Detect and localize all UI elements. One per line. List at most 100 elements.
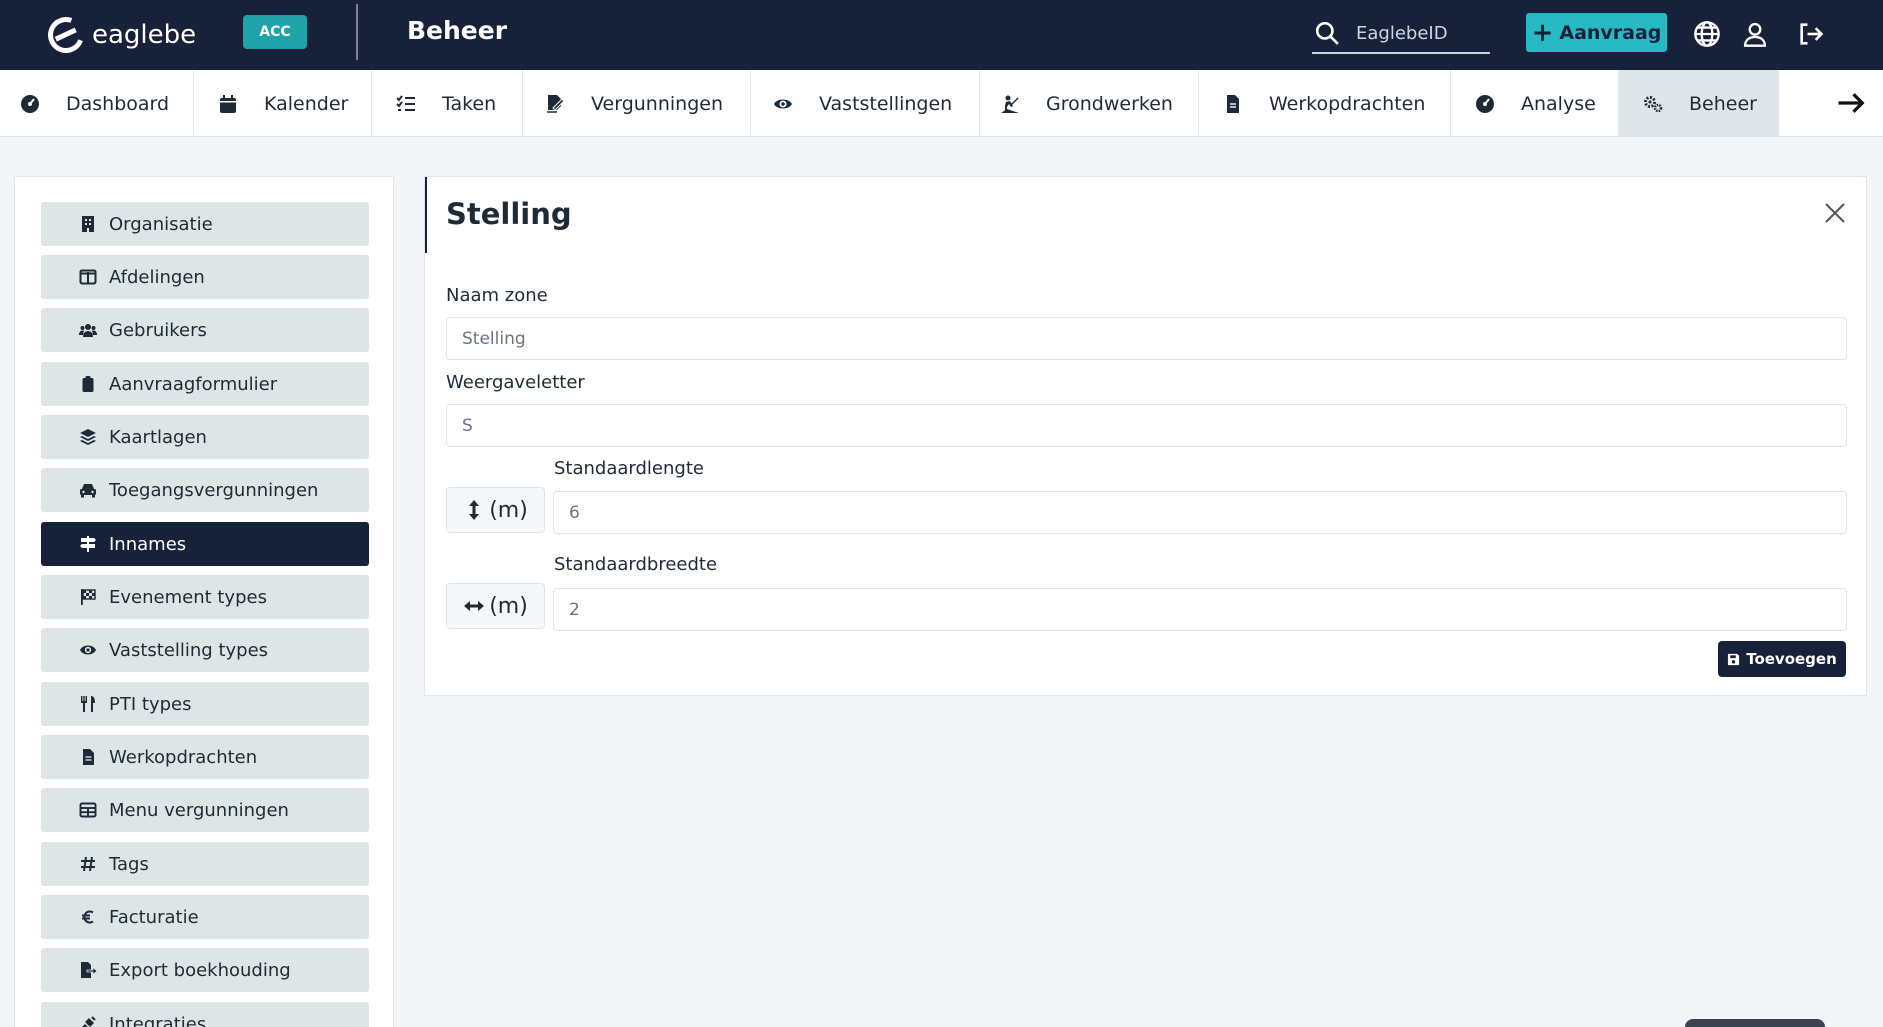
sidebar-label: Facturatie (109, 906, 199, 928)
standaardlengte-input[interactable] (553, 491, 1847, 534)
sidebar-item-afdelingen[interactable]: Afdelingen (41, 255, 369, 299)
layers-icon (80, 429, 96, 445)
standaardbreedte-input[interactable] (553, 588, 1847, 631)
sidebar-item-toegangsvergunningen[interactable]: Toegangsvergunningen (41, 468, 369, 512)
standaardlengte-label: Standaardlengte (554, 458, 704, 479)
users-icon (79, 324, 97, 337)
nav-item-vergunningen[interactable]: Vergunningen (523, 70, 751, 137)
admin-sidebar: Organisatie Afdelingen Gebruikers Aanvra… (14, 176, 394, 1027)
nav-item-grondwerken[interactable]: Grondwerken (980, 70, 1199, 137)
lengte-unit-addon: (m) (446, 487, 545, 533)
tasks-icon (396, 94, 415, 111)
sidebar-item-integraties[interactable]: Integraties (41, 1002, 369, 1027)
document-icon (83, 749, 94, 765)
sidebar-label: Innames (109, 533, 187, 555)
breedte-unit-addon: (m) (446, 583, 545, 629)
nav-item-analyse[interactable]: Analyse (1451, 70, 1619, 137)
globe-icon[interactable] (1693, 20, 1721, 48)
close-icon[interactable] (1823, 201, 1847, 225)
digging-icon (1001, 95, 1019, 113)
nav-item-dashboard[interactable]: Dashboard (0, 70, 194, 137)
nav-item-taken[interactable]: Taken (372, 70, 523, 137)
naam-zone-label: Naam zone (446, 285, 548, 306)
logo-text: eaglebe (92, 20, 197, 50)
logout-icon[interactable] (1797, 20, 1825, 48)
calendar-icon (220, 94, 236, 113)
arrows-horizontal-icon (464, 601, 485, 611)
breedte-unit: (m) (489, 593, 528, 619)
sidebar-item-evenement-types[interactable]: Evenement types (41, 575, 369, 619)
nav-label: Dashboard (66, 92, 170, 115)
nav-label: Analyse (1521, 92, 1596, 115)
sidebar-item-tags[interactable]: Tags (41, 842, 369, 886)
nav-item-truncated[interactable] (1779, 70, 1819, 137)
nav-item-werkopdrachten[interactable]: Werkopdrachten (1199, 70, 1451, 137)
eye-icon (80, 645, 96, 655)
analytics-icon (1476, 94, 1494, 113)
sidebar-item-export-boekhouding[interactable]: Export boekhouding (41, 948, 369, 992)
save-icon (1728, 653, 1740, 665)
sidebar-item-pti-types[interactable]: PTI types (41, 682, 369, 726)
sidebar-label: Werkopdrachten (109, 746, 258, 768)
sidebar-item-innames[interactable]: Innames (41, 522, 369, 566)
sidebar-label: Vaststelling types (109, 639, 269, 661)
form-title: Stelling (446, 197, 572, 231)
sidebar-label: Menu vergunningen (109, 799, 289, 821)
sidebar-label: Toegangsvergunningen (109, 479, 319, 501)
environment-badge: ACC (243, 15, 307, 49)
sidebar-item-menu-vergunningen[interactable]: Menu vergunningen (41, 788, 369, 832)
file-export-icon (81, 962, 97, 978)
nav-label: Werkopdrachten (1269, 92, 1426, 115)
nav-label: Grondwerken (1046, 92, 1173, 115)
sidebar-item-kaartlagen[interactable]: Kaartlagen (41, 415, 369, 459)
top-header: eaglebe ACC Beheer + Aanvraag (0, 0, 1883, 70)
sidebar-item-organisatie[interactable]: Organisatie (41, 202, 369, 246)
sidebar-label: Export boekhouding (109, 959, 291, 981)
columns-icon (79, 269, 97, 285)
sidebar-label: Kaartlagen (109, 426, 207, 448)
user-icon[interactable] (1741, 20, 1769, 48)
panel-accent-bar (425, 177, 427, 253)
nav-item-vaststellingen[interactable]: Vaststellingen (751, 70, 980, 137)
arrows-vertical-icon (469, 500, 480, 520)
sidebar-label: Gebruikers (109, 319, 207, 341)
main-navigation: Dashboard Kalender Taken Vergunningen Va… (0, 70, 1883, 137)
car-icon (80, 484, 96, 498)
toevoegen-button[interactable]: Toevoegen (1718, 641, 1846, 677)
sidebar-item-vaststelling-types[interactable]: Vaststelling types (41, 628, 369, 672)
nav-scroll-right-icon[interactable] (1836, 88, 1866, 118)
sidebar-label: Evenement types (109, 586, 267, 608)
bottom-floating-tab[interactable] (1685, 1019, 1825, 1027)
new-aanvraag-button[interactable]: + Aanvraag (1526, 13, 1667, 52)
building-icon (82, 216, 94, 232)
standaardbreedte-label: Standaardbreedte (554, 554, 718, 575)
plus-icon: + (1531, 17, 1554, 48)
eaglebe-logo[interactable]: eaglebe (42, 11, 197, 59)
nav-item-kalender[interactable]: Kalender (194, 70, 372, 137)
nav-label: Kalender (264, 92, 349, 115)
sidebar-item-facturatie[interactable]: Facturatie (41, 895, 369, 939)
header-divider (356, 4, 358, 60)
weergaveletter-input[interactable] (446, 404, 1847, 447)
search-bar (1312, 14, 1490, 54)
nav-item-beheer[interactable]: Beheer (1619, 70, 1779, 137)
search-icon[interactable] (1314, 20, 1340, 46)
sidebar-item-gebruikers[interactable]: Gebruikers (41, 308, 369, 352)
euro-icon (82, 910, 94, 924)
search-input[interactable] (1356, 22, 1486, 44)
sidebar-item-aanvraagformulier[interactable]: Aanvraagformulier (41, 362, 369, 406)
cogs-icon (1644, 95, 1663, 112)
hashtag-icon (81, 856, 95, 872)
plug-icon (82, 1016, 96, 1027)
naam-zone-input[interactable] (446, 317, 1847, 360)
flag-checkered-icon (81, 589, 96, 605)
sidebar-label: Integraties (109, 1013, 207, 1027)
signature-icon (547, 94, 565, 113)
nav-label: Beheer (1689, 92, 1757, 115)
sidebar-item-werkopdrachten[interactable]: Werkopdrachten (41, 735, 369, 779)
sidebar-label: Afdelingen (109, 266, 205, 288)
zone-form-panel: Stelling Naam zone Weergaveletter Standa… (424, 176, 1867, 696)
lengte-unit: (m) (489, 497, 528, 523)
sidebar-label: Aanvraagformulier (109, 373, 278, 395)
nav-label: Taken (442, 92, 497, 115)
